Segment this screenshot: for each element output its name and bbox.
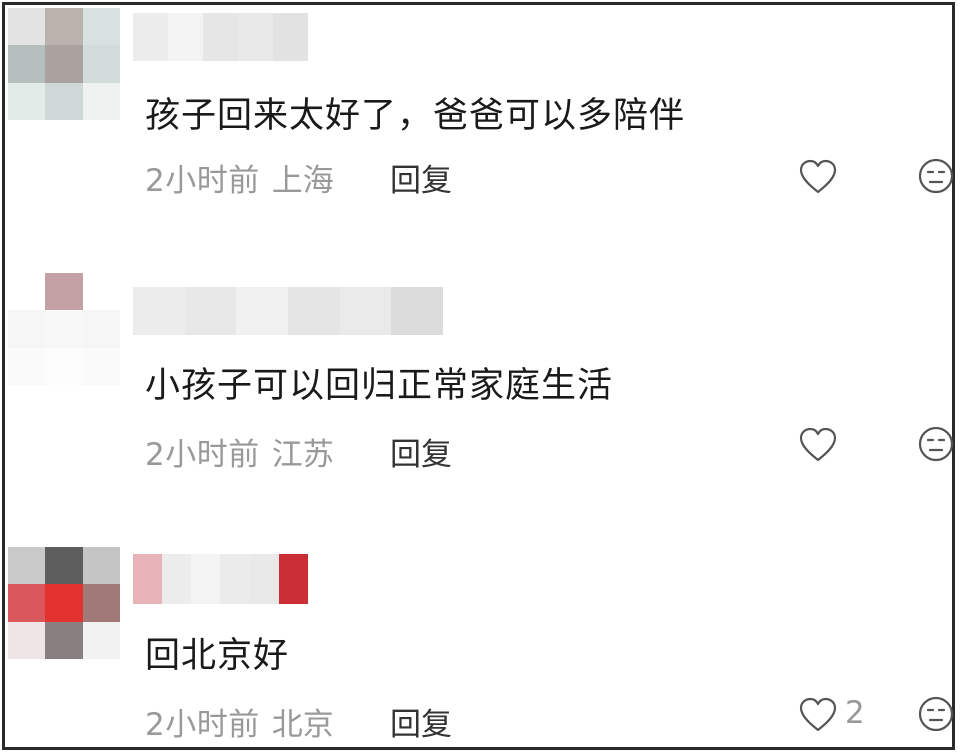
avatar-mosaic-cell (8, 82, 46, 120)
like-button[interactable] (798, 695, 842, 735)
comment-meta: 2小时前 北京 (145, 699, 334, 744)
username-mosaic-cell (249, 554, 279, 604)
username-blurred[interactable] (133, 13, 308, 61)
comment-text: 孩子回来太好了，爸爸可以多陪伴 (145, 96, 686, 136)
like-count: 2 (845, 695, 865, 731)
username-mosaic-cell (191, 554, 221, 604)
dislike-button[interactable] (917, 425, 957, 465)
username-mosaic-cell (278, 554, 308, 604)
avatar-mosaic-cell (82, 547, 120, 585)
comment-list: 孩子回来太好了，爸爸可以多陪伴 2小时前 上海 回复 小孩子可以回归正常家庭生活 (2, 2, 955, 750)
reply-button[interactable]: 回复 (390, 429, 452, 474)
username-mosaic-cell (168, 13, 203, 61)
reply-button[interactable]: 回复 (390, 155, 452, 200)
comment-time: 2小时前 (145, 707, 260, 743)
dislike-button[interactable] (917, 695, 957, 735)
username-mosaic-cell (203, 13, 238, 61)
avatar-mosaic-cell (45, 273, 83, 311)
like-button[interactable] (798, 157, 842, 197)
comment-time: 2小时前 (145, 437, 260, 473)
heart-outline-icon (799, 159, 837, 194)
neutral-face-icon (918, 696, 954, 732)
username-blurred[interactable] (133, 287, 443, 335)
avatar-mosaic-cell (82, 621, 120, 659)
avatar-mosaic-cell (82, 82, 120, 120)
avatar-mosaic-cell (82, 45, 120, 83)
avatar-mosaic-cell (45, 8, 83, 46)
comment-location: 北京 (271, 707, 334, 743)
comment-meta: 2小时前 上海 (145, 155, 334, 200)
heart-outline-icon (799, 697, 837, 732)
avatar-mosaic-cell (8, 547, 46, 585)
username-mosaic-cell (236, 287, 288, 335)
comment-meta: 2小时前 江苏 (145, 429, 334, 474)
avatar-mosaic-cell (8, 584, 46, 622)
avatar-mosaic-cell (82, 273, 120, 311)
avatar-mosaic-cell (45, 82, 83, 120)
comment-text: 小孩子可以回归正常家庭生活 (145, 366, 614, 406)
avatar-mosaic-cell (8, 8, 46, 46)
dislike-button[interactable] (917, 157, 957, 197)
avatar[interactable] (8, 547, 120, 659)
avatar-mosaic-cell (45, 584, 83, 622)
avatar-mosaic-cell (45, 45, 83, 83)
avatar-mosaic-cell (82, 347, 120, 385)
username-mosaic-cell (391, 287, 443, 335)
reply-button[interactable]: 回复 (390, 699, 452, 744)
comment-location: 上海 (271, 163, 334, 199)
avatar-mosaic-cell (45, 547, 83, 585)
username-mosaic-cell (133, 13, 168, 61)
username-blurred[interactable] (133, 554, 308, 604)
username-mosaic-cell (184, 287, 237, 335)
avatar-mosaic-cell (82, 310, 120, 348)
comment-time: 2小时前 (145, 163, 260, 199)
avatar-mosaic-cell (45, 347, 83, 385)
avatar-mosaic-cell (8, 347, 46, 385)
username-mosaic-cell (339, 287, 392, 335)
avatar-mosaic-cell (82, 8, 120, 46)
username-mosaic-cell (133, 554, 163, 604)
avatar-mosaic-cell (82, 584, 120, 622)
username-mosaic-cell (273, 13, 308, 61)
username-mosaic-cell (238, 13, 273, 61)
avatar-mosaic-cell (8, 310, 46, 348)
username-mosaic-cell (133, 287, 185, 335)
avatar-mosaic-cell (45, 621, 83, 659)
avatar-mosaic-cell (8, 45, 46, 83)
avatar-mosaic-cell (8, 621, 46, 659)
comment-location: 江苏 (271, 437, 334, 473)
username-mosaic-cell (220, 554, 250, 604)
heart-outline-icon (799, 427, 837, 462)
neutral-face-icon (918, 158, 954, 194)
neutral-face-icon (918, 426, 954, 462)
username-mosaic-cell (287, 287, 340, 335)
avatar-mosaic-cell (8, 273, 46, 311)
comment-text: 回北京好 (145, 636, 290, 676)
avatar-mosaic-cell (45, 310, 83, 348)
username-mosaic-cell (162, 554, 192, 604)
avatar[interactable] (8, 273, 120, 385)
avatar[interactable] (8, 8, 120, 120)
like-button[interactable] (798, 425, 842, 465)
